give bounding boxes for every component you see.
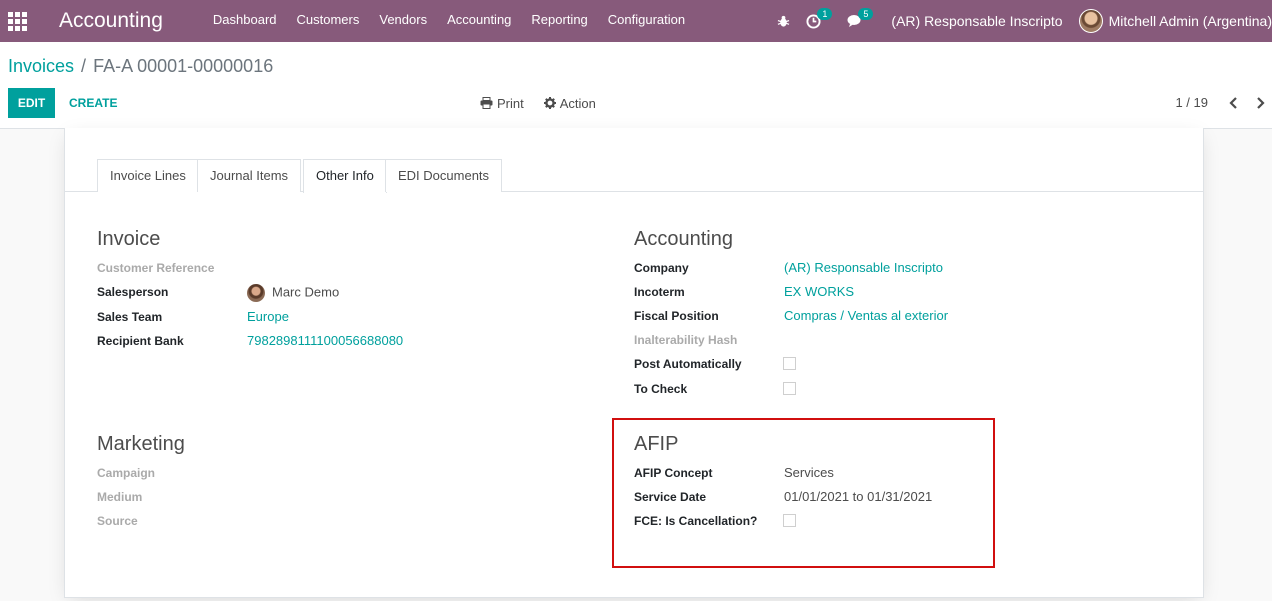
sales-team-label: Sales Team <box>97 310 163 324</box>
breadcrumb-current: FA-A 00001-00000016 <box>93 56 274 76</box>
recipient-bank-label: Recipient Bank <box>97 334 184 348</box>
campaign-label: Campaign <box>97 466 156 480</box>
user-menu[interactable]: Mitchell Admin (Argentina) <box>1071 0 1272 42</box>
user-name: Mitchell Admin (Argentina) <box>1108 13 1272 29</box>
afip-concept-value: Services <box>784 465 834 480</box>
marketing-group-title: Marketing <box>97 433 185 455</box>
post-automatically-checkbox[interactable] <box>783 357 796 370</box>
main-menu: Dashboard Customers Vendors Accounting R… <box>203 0 695 42</box>
user-avatar <box>1078 9 1103 33</box>
breadcrumb-separator: / <box>81 56 87 76</box>
accounting-group-title: Accounting <box>634 228 733 250</box>
medium-label: Medium <box>97 490 143 504</box>
pager-previous-chevron-left-icon[interactable] <box>1226 95 1240 111</box>
breadcrumb-invoices-link[interactable]: Invoices <box>8 56 74 77</box>
activity-clock-icon[interactable]: 1 <box>798 0 839 42</box>
messaging-chat-icon[interactable]: 5 <box>839 0 883 42</box>
afip-concept-label: AFIP Concept <box>634 466 713 480</box>
menu-item-accounting[interactable]: Accounting <box>437 0 521 42</box>
incoterm-link[interactable]: EX WORKS <box>784 284 854 299</box>
action-menu[interactable]: Action <box>543 95 596 111</box>
sales-team-link[interactable]: Europe <box>247 309 289 324</box>
tab-journal-items[interactable]: Journal Items <box>197 159 302 192</box>
fiscal-position-link[interactable]: Compras / Ventas al exterior <box>784 308 948 323</box>
tab-other-info[interactable]: Other Info <box>303 159 387 193</box>
breadcrumb: Invoices / FA-A 00001-00000016 <box>8 56 273 77</box>
customer-reference-label: Customer Reference <box>97 261 215 275</box>
top-navbar: Accounting Dashboard Customers Vendors A… <box>0 0 1272 42</box>
recipient-bank-link[interactable]: 7982898111100056688080 <box>247 333 403 348</box>
pager-next-chevron-right-icon[interactable] <box>1253 95 1267 111</box>
afip-group-title: AFIP <box>634 433 679 455</box>
invoice-group-title: Invoice <box>97 228 161 250</box>
edit-button[interactable]: EDIT <box>8 88 55 118</box>
activity-count-badge: 1 <box>817 8 833 20</box>
menu-item-reporting[interactable]: Reporting <box>521 0 597 42</box>
service-date-value: 01/01/2021 to 01/31/2021 <box>784 489 933 504</box>
service-date-label: Service Date <box>634 490 707 504</box>
salesperson-name: Marc Demo <box>272 284 340 300</box>
menu-item-vendors[interactable]: Vendors <box>369 0 437 42</box>
print-menu[interactable]: Print <box>480 96 524 111</box>
inalterability-hash-label: Inalterability Hash <box>634 333 738 347</box>
pager-value[interactable]: 1 / 19 <box>1175 95 1208 110</box>
menu-item-dashboard[interactable]: Dashboard <box>203 0 287 42</box>
gear-icon <box>543 97 556 109</box>
company-link[interactable]: (AR) Responsable Inscripto <box>784 260 943 275</box>
create-button[interactable]: CREATE <box>59 88 127 118</box>
systray: 1 5 (AR) Responsable Inscripto Mitchell … <box>769 0 1272 42</box>
fce-cancellation-checkbox[interactable] <box>783 514 796 527</box>
salesperson-label: Salesperson <box>97 285 169 299</box>
print-label: Print <box>497 95 524 111</box>
fce-cancellation-label: FCE: Is Cancellation? <box>634 514 758 528</box>
menu-item-configuration[interactable]: Configuration <box>598 0 695 42</box>
company-label: Company <box>634 261 689 275</box>
incoterm-label: Incoterm <box>634 285 685 299</box>
to-check-label: To Check <box>634 382 688 396</box>
salesperson-value[interactable]: Marc Demo <box>247 284 339 302</box>
app-title[interactable]: Accounting <box>59 9 163 33</box>
tab-invoice-lines[interactable]: Invoice Lines <box>97 159 199 192</box>
message-count-badge: 5 <box>858 8 874 20</box>
post-automatically-label: Post Automatically <box>634 357 742 371</box>
apps-menu-icon[interactable] <box>0 0 34 42</box>
tab-edi-documents[interactable]: EDI Documents <box>385 159 503 192</box>
action-menus: Print Action <box>480 88 616 118</box>
salesperson-avatar <box>247 284 265 302</box>
fiscal-position-label: Fiscal Position <box>634 309 719 323</box>
to-check-checkbox[interactable] <box>783 382 796 395</box>
printer-icon <box>480 97 493 109</box>
notebook-tabs: Invoice Lines Journal Items Other Info E… <box>65 159 1203 193</box>
menu-item-customers[interactable]: Customers <box>287 0 370 42</box>
company-switcher[interactable]: (AR) Responsable Inscripto <box>883 0 1070 42</box>
action-label: Action <box>559 95 596 111</box>
source-label: Source <box>97 514 138 528</box>
control-panel: Invoices / FA-A 00001-00000016 EDIT CREA… <box>0 42 1272 129</box>
debug-bug-icon[interactable] <box>769 0 798 42</box>
